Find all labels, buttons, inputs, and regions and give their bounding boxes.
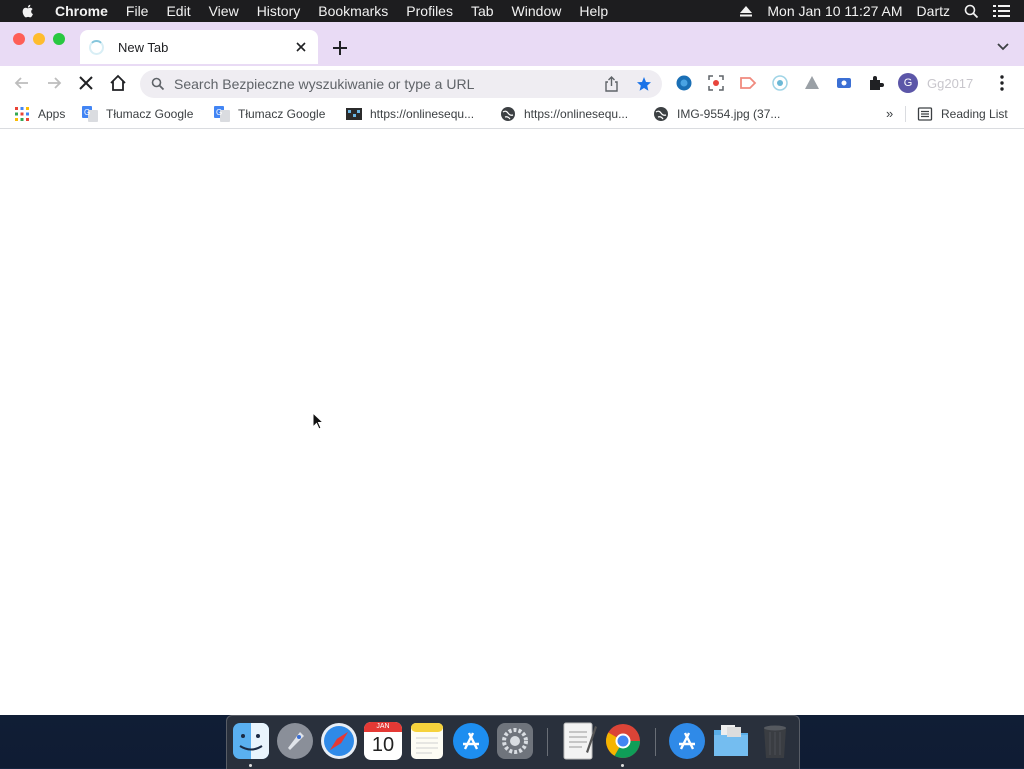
minimize-window-button[interactable] xyxy=(33,33,45,45)
textedit-icon[interactable] xyxy=(560,722,598,760)
tab-new-tab[interactable]: New Tab xyxy=(80,30,318,64)
apps-grid-icon xyxy=(15,107,29,121)
dock-separator xyxy=(547,728,548,756)
sequencer-icon xyxy=(346,108,362,120)
calendar-day: 10 xyxy=(371,734,395,756)
bookmark-label: Tłumacz Google xyxy=(238,107,326,121)
bookmark-apps[interactable]: Apps xyxy=(14,106,65,122)
dock-separator xyxy=(655,728,656,756)
notes-icon[interactable] xyxy=(408,722,446,760)
menu-bookmarks[interactable]: Bookmarks xyxy=(309,3,397,19)
eject-icon[interactable] xyxy=(739,5,753,17)
bookmark-label: Tłumacz Google xyxy=(106,107,194,121)
extension-vpn-icon[interactable] xyxy=(675,74,693,92)
share-icon[interactable] xyxy=(604,76,619,92)
bookmarks-divider xyxy=(905,106,906,122)
spotlight-search-icon[interactable] xyxy=(964,4,979,19)
google-translate-icon: G xyxy=(214,106,230,122)
extension-camera-icon[interactable] xyxy=(835,74,853,92)
menu-help[interactable]: Help xyxy=(570,3,617,19)
home-icon[interactable] xyxy=(109,74,127,92)
menu-file[interactable]: File xyxy=(117,3,158,19)
menu-view[interactable]: View xyxy=(200,3,248,19)
reading-list-label: Reading List xyxy=(941,107,1008,121)
tab-title: New Tab xyxy=(118,39,169,55)
forward-arrow-icon[interactable] xyxy=(45,74,63,92)
menu-user[interactable]: Dartz xyxy=(917,3,950,19)
menu-clock[interactable]: Mon Jan 10 11:27 AM xyxy=(767,3,902,19)
bookmark-label: https://onlinesequ... xyxy=(370,107,475,121)
running-indicator-dot xyxy=(249,764,252,767)
menu-app-name[interactable]: Chrome xyxy=(46,3,117,19)
mouse-pointer-icon xyxy=(312,412,324,430)
globe-icon xyxy=(501,107,515,121)
stop-loading-icon[interactable] xyxy=(77,74,95,92)
launchpad-rocket-icon[interactable] xyxy=(276,722,314,760)
reading-list-button[interactable]: Reading List xyxy=(917,106,1008,122)
back-arrow-icon[interactable] xyxy=(13,74,31,92)
menu-edit[interactable]: Edit xyxy=(157,3,199,19)
close-window-button[interactable] xyxy=(13,33,25,45)
control-center-icon[interactable] xyxy=(993,4,1010,18)
svg-text:G: G xyxy=(216,108,222,117)
bookmark-img-9554[interactable]: IMG-9554.jpg (37... xyxy=(653,106,780,122)
address-bar-placeholder: Search Bezpieczne wyszukiwanie or type a… xyxy=(174,76,475,92)
finder-icon[interactable] xyxy=(232,722,270,760)
app-store-icon[interactable] xyxy=(452,722,490,760)
search-icon xyxy=(151,77,165,91)
profile-avatar[interactable]: G xyxy=(898,73,918,93)
calendar-month: JAN xyxy=(364,722,402,732)
google-translate-icon: G xyxy=(82,106,98,122)
close-tab-icon[interactable] xyxy=(294,40,308,54)
applications-folder-icon[interactable] xyxy=(668,722,706,760)
chrome-icon[interactable] xyxy=(604,722,642,760)
extension-screenshot-icon[interactable] xyxy=(707,74,725,92)
apple-menu-icon[interactable] xyxy=(20,3,36,19)
menu-tab[interactable]: Tab xyxy=(462,3,503,19)
globe-icon xyxy=(654,107,668,121)
profile-name[interactable]: Gg2017 xyxy=(927,76,973,91)
system-preferences-gear-icon[interactable] xyxy=(496,722,534,760)
extension-record-icon[interactable] xyxy=(739,74,757,92)
extension-target-icon[interactable] xyxy=(771,74,789,92)
bookmark-label: IMG-9554.jpg (37... xyxy=(677,107,781,121)
page-content-blank xyxy=(0,129,1024,715)
running-indicator-dot xyxy=(621,764,624,767)
menu-history[interactable]: History xyxy=(248,3,310,19)
dock: JAN 10 xyxy=(226,715,800,769)
safari-compass-icon[interactable] xyxy=(320,722,358,760)
bookmark-label: https://onlinesequ... xyxy=(524,107,629,121)
menu-window[interactable]: Window xyxy=(503,3,571,19)
bookmarks-bar: Apps G Tłumacz Google G Tłumacz Google h… xyxy=(0,100,1024,129)
calendar-app[interactable]: JAN 10 xyxy=(364,722,402,760)
bookmark-google-translate-1[interactable]: G Tłumacz Google xyxy=(82,106,193,122)
trash-icon[interactable] xyxy=(756,722,794,760)
bookmarks-overflow-chevron[interactable]: » xyxy=(886,106,893,121)
downloads-folder-icon[interactable] xyxy=(712,722,750,760)
menu-bar: Chrome File Edit View History Bookmarks … xyxy=(0,0,1024,22)
tab-strip: New Tab xyxy=(0,22,1024,72)
extensions-puzzle-icon[interactable] xyxy=(867,74,885,92)
svg-text:G: G xyxy=(84,108,90,117)
more-menu-kebab-icon[interactable] xyxy=(994,74,1010,92)
bookmark-google-translate-2[interactable]: G Tłumacz Google xyxy=(214,106,325,122)
reading-list-icon xyxy=(917,107,933,121)
menu-profiles[interactable]: Profiles xyxy=(397,3,462,19)
bookmark-onlinesequencer-2[interactable]: https://onlinesequ... xyxy=(500,106,628,122)
bookmark-onlinesequencer-1[interactable]: https://onlinesequ... xyxy=(346,106,474,122)
toolbar: Search Bezpieczne wyszukiwanie or type a… xyxy=(0,66,1024,100)
fullscreen-window-button[interactable] xyxy=(53,33,65,45)
loading-spinner-icon xyxy=(89,39,104,55)
browser-window: New Tab Search Bezpieczne wyszukiwanie o… xyxy=(0,22,1024,715)
bookmark-star-icon[interactable] xyxy=(636,76,652,92)
bookmark-label: Apps xyxy=(38,107,66,121)
address-bar[interactable]: Search Bezpieczne wyszukiwanie or type a… xyxy=(140,70,662,98)
tab-search-chevron-icon[interactable] xyxy=(996,42,1010,52)
new-tab-plus-icon[interactable] xyxy=(331,39,349,57)
extension-triangle-icon[interactable] xyxy=(803,74,821,92)
